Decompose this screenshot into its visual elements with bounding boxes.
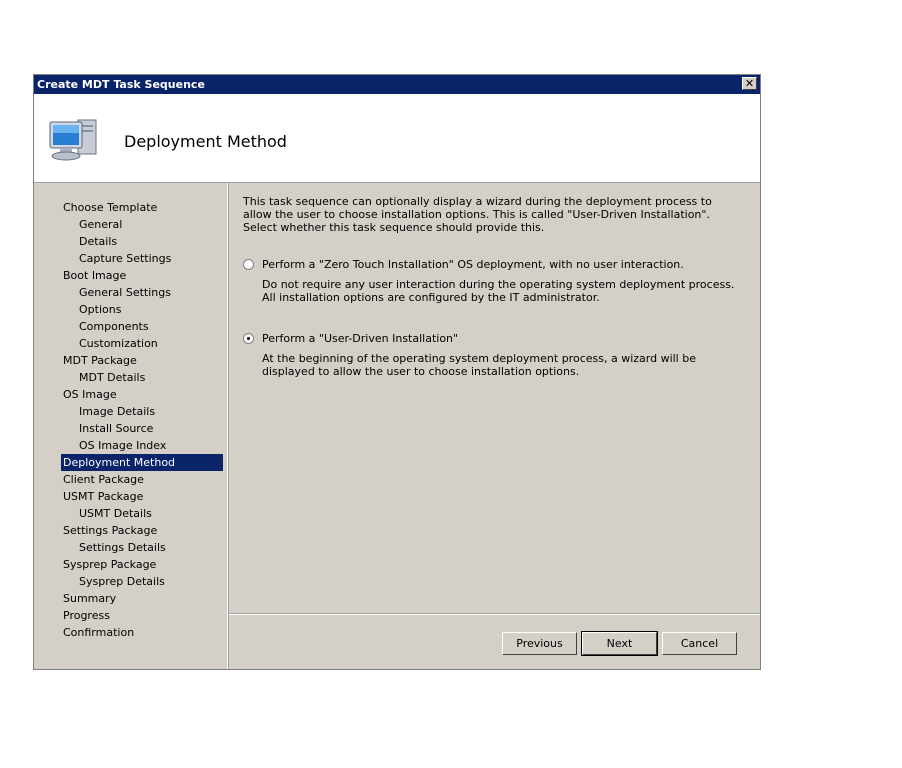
zero-touch-label[interactable]: Perform a "Zero Touch Installation" OS d… [262, 258, 684, 271]
nav-item[interactable]: MDT Details [79, 369, 145, 386]
nav-item[interactable]: Details [79, 233, 117, 250]
cancel-button[interactable]: Cancel [662, 632, 737, 655]
nav-item[interactable]: Confirmation [63, 624, 134, 641]
user-driven-label[interactable]: Perform a "User-Driven Installation" [262, 332, 458, 345]
nav-item[interactable]: Install Source [79, 420, 153, 437]
nav-item[interactable]: Capture Settings [79, 250, 171, 267]
wizard-steps-nav: Choose Template General Details Capture Set… [34, 183, 228, 669]
zero-touch-option[interactable]: Perform a "Zero Touch Installation" OS d… [243, 258, 743, 308]
window-title: Create MDT Task Sequence [37, 78, 205, 91]
title-bar: Create MDT Task Sequence ✕ [34, 75, 760, 94]
footer-separator [229, 613, 760, 615]
nav-item[interactable]: Options [79, 301, 121, 318]
zero-touch-radio[interactable] [243, 259, 254, 270]
nav-item[interactable]: Customization [79, 335, 158, 352]
nav-item[interactable]: Image Details [79, 403, 155, 420]
nav-item[interactable]: USMT Details [79, 505, 152, 522]
computer-icon [49, 119, 97, 161]
nav-item[interactable]: General Settings [79, 284, 171, 301]
nav-item[interactable]: General [79, 216, 122, 233]
next-button[interactable]: Next [581, 631, 658, 656]
nav-item[interactable]: Sysprep Details [79, 573, 165, 590]
nav-item[interactable]: Boot Image [63, 267, 126, 284]
nav-item[interactable]: Summary [63, 590, 116, 607]
nav-item[interactable]: Settings Package [63, 522, 157, 539]
nav-item[interactable]: OS Image [63, 386, 117, 403]
wizard-header: Deployment Method [34, 94, 760, 183]
nav-item[interactable]: Client Package [63, 471, 144, 488]
nav-item[interactable]: Settings Details [79, 539, 166, 556]
close-button[interactable]: ✕ [742, 77, 757, 90]
nav-item[interactable]: OS Image Index [79, 437, 166, 454]
previous-button[interactable]: Previous [502, 632, 577, 655]
nav-item-selected[interactable]: Deployment Method [61, 454, 223, 471]
intro-text: This task sequence can optionally displa… [243, 195, 712, 234]
nav-item[interactable]: Choose Template [63, 199, 157, 216]
nav-item[interactable]: MDT Package [63, 352, 137, 369]
user-driven-option[interactable]: Perform a "User-Driven Installation" At … [243, 332, 743, 382]
nav-item[interactable]: Components [79, 318, 149, 335]
user-driven-description: At the beginning of the operating system… [262, 352, 696, 378]
user-driven-radio[interactable] [243, 333, 254, 344]
nav-item[interactable]: Progress [63, 607, 110, 624]
content-panel: This task sequence can optionally displa… [229, 183, 760, 613]
nav-item[interactable]: Sysprep Package [63, 556, 156, 573]
nav-item[interactable]: USMT Package [63, 488, 143, 505]
wizard-window: Create MDT Task Sequence ✕ Deployment Me… [33, 74, 761, 670]
page-title: Deployment Method [124, 132, 287, 151]
zero-touch-description: Do not require any user interaction duri… [262, 278, 735, 304]
